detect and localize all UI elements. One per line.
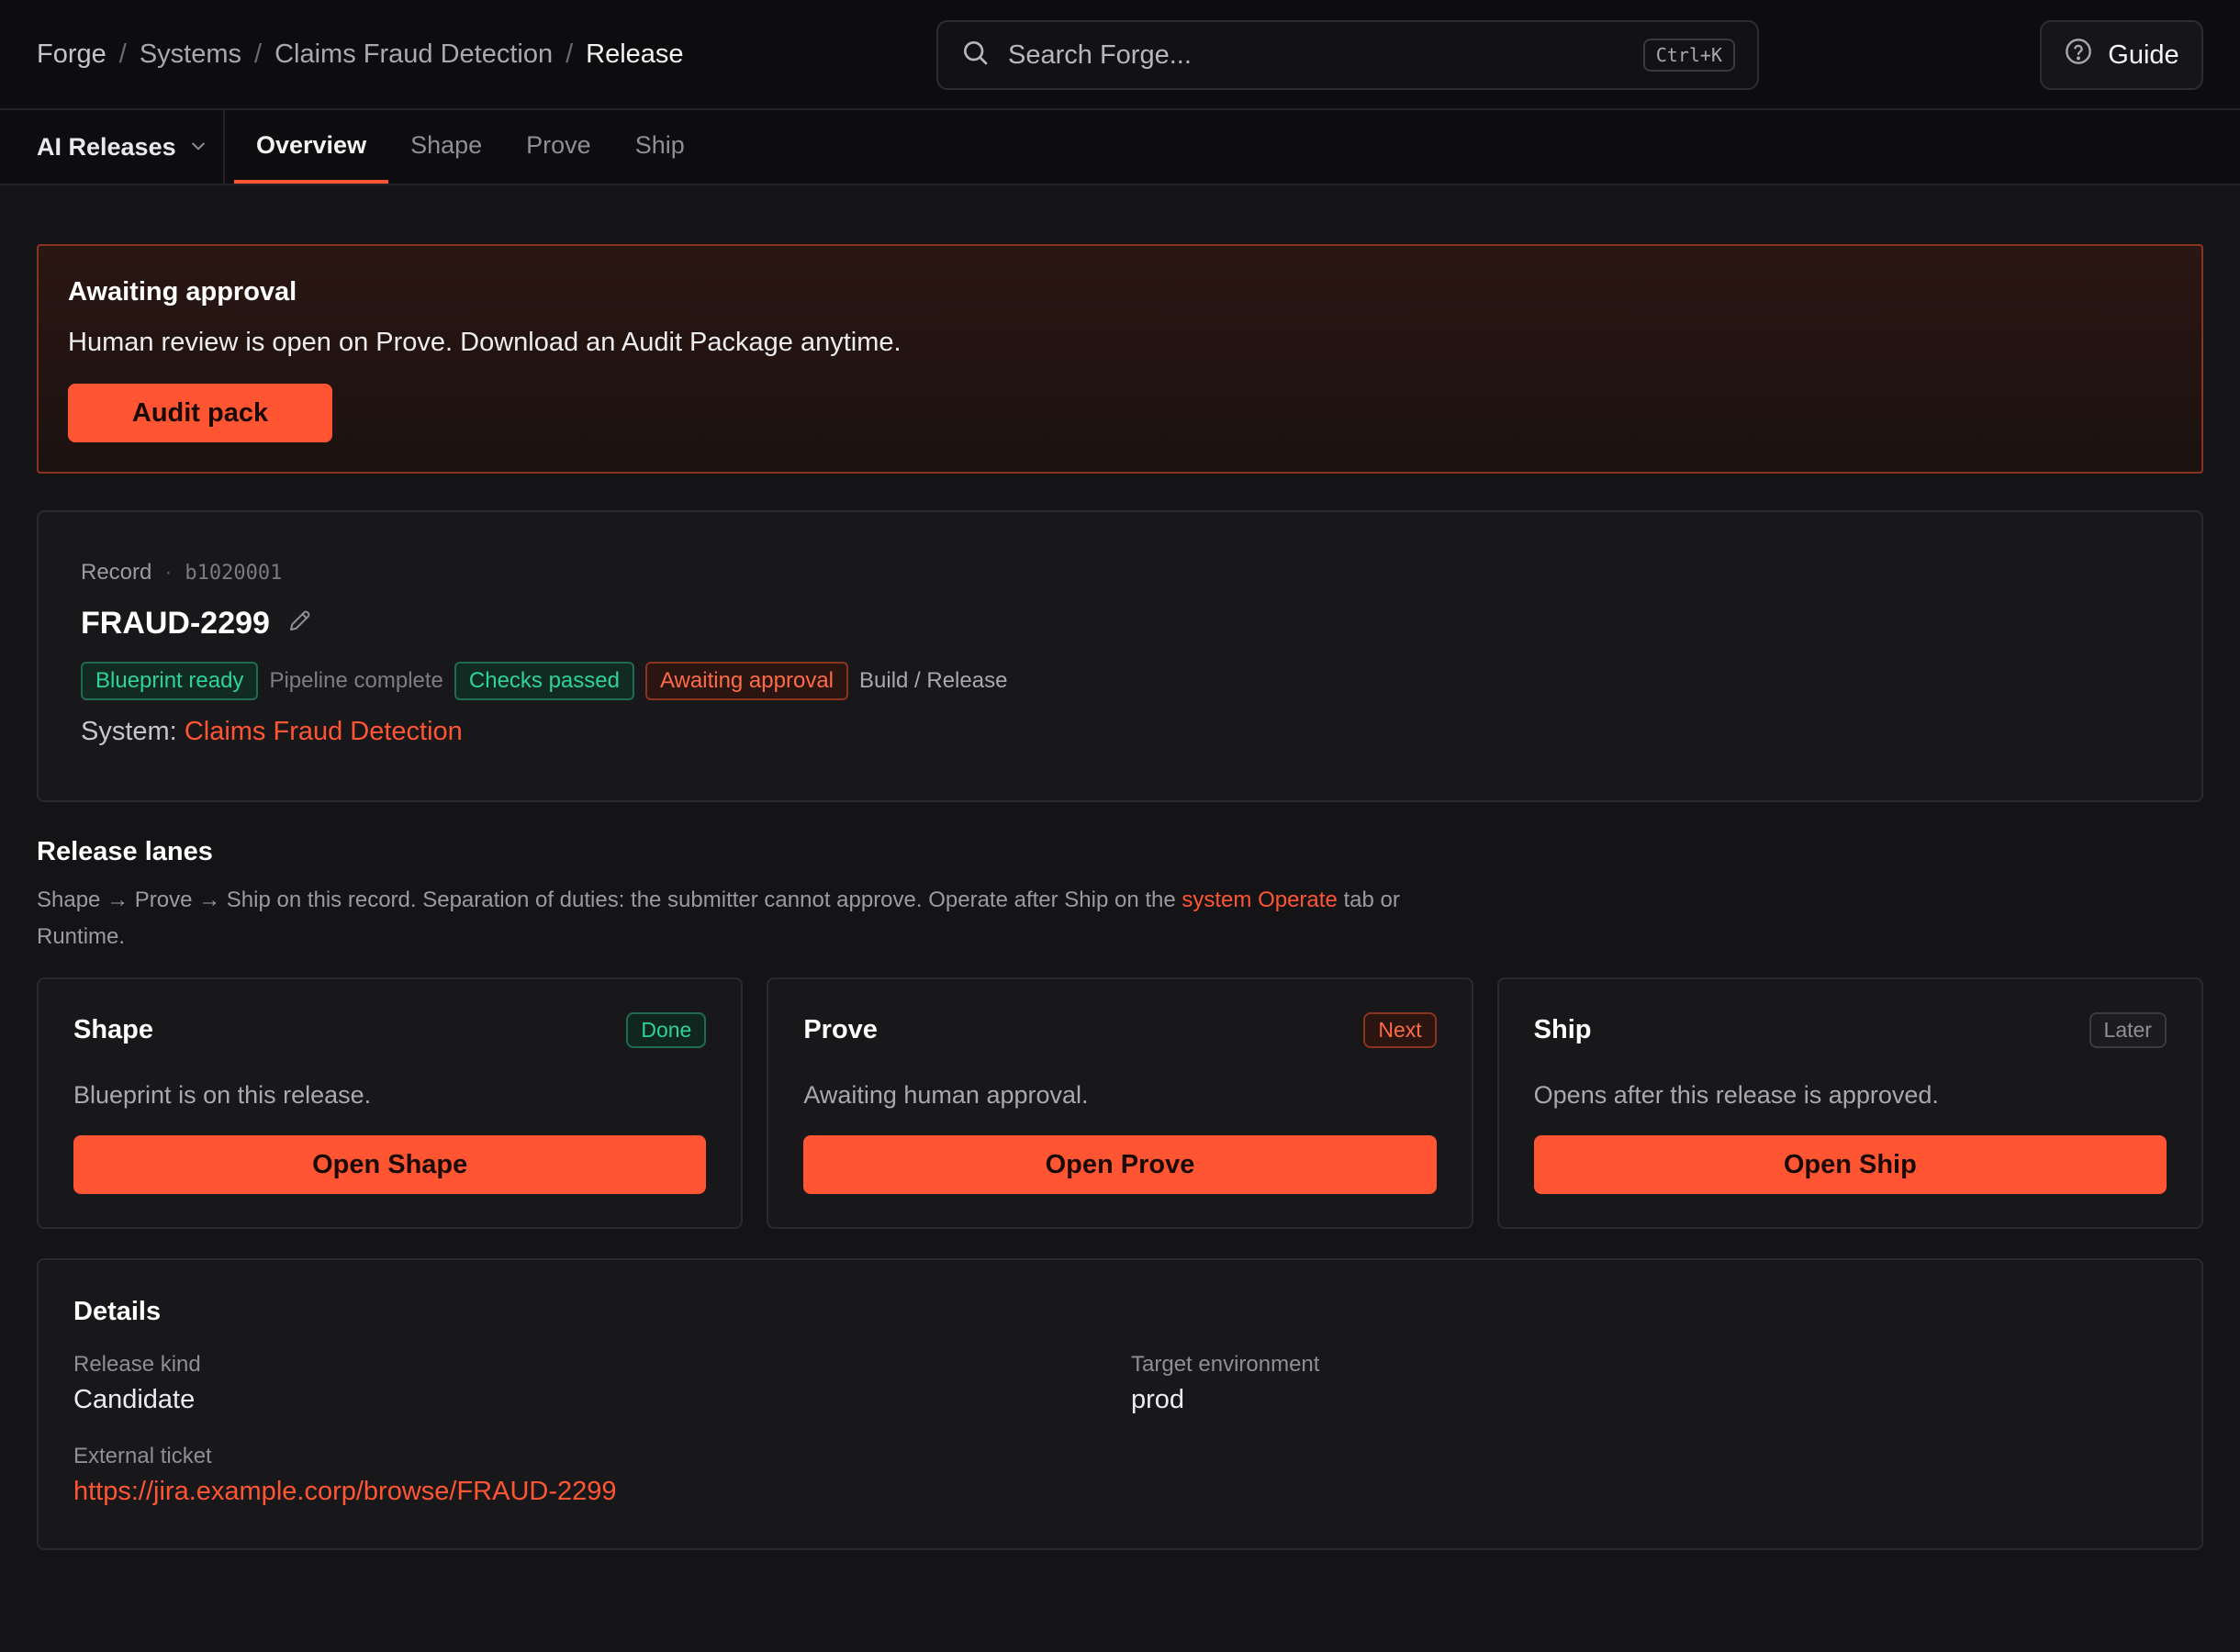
lane-prove: Prove Next Awaiting human approval. Open…	[767, 977, 1473, 1229]
record-title: FRAUD-2299	[81, 606, 270, 641]
breadcrumb-separator: /	[254, 39, 263, 69]
release-kind-value: Candidate	[73, 1385, 196, 1414]
guide-button[interactable]: Guide	[2040, 20, 2203, 90]
target-environment-field: Target environment prod	[1131, 1352, 1319, 1415]
lane-header: Ship Later	[1534, 1012, 2167, 1048]
badge-blueprint-ready: Blueprint ready	[81, 662, 259, 700]
system-link[interactable]: Claims Fraud Detection	[185, 717, 463, 746]
badge-checks-passed: Checks passed	[454, 662, 634, 700]
target-environment-label: Target environment	[1131, 1352, 1320, 1377]
lane-header: Prove Next	[803, 1012, 1437, 1048]
meta-separator: ·	[164, 560, 173, 585]
record-title-row: FRAUD-2299	[81, 606, 2159, 642]
record-id: b1020001	[185, 561, 283, 585]
record-label: Record	[81, 560, 152, 585]
badge-awaiting-approval: Awaiting approval	[644, 662, 848, 700]
release-lanes-title: Release lanes	[37, 837, 213, 866]
main-content: Awaiting approval Human review is open o…	[0, 185, 2240, 1550]
status-badge: Next	[1363, 1012, 1437, 1048]
record-kind: Build / Release	[859, 668, 1008, 693]
breadcrumb-forge[interactable]: Forge	[37, 39, 106, 70]
record-meta: Record · b1020001	[81, 560, 2159, 586]
open-shape-button[interactable]: Open Shape	[73, 1135, 707, 1194]
open-prove-button[interactable]: Open Prove	[803, 1135, 1437, 1194]
approval-alert: Awaiting approval Human review is open o…	[37, 244, 2203, 474]
release-lanes: Shape Done Blueprint is on this release.…	[37, 977, 2203, 1229]
release-lanes-description: Shape → Prove → Ship on this record. Sep…	[37, 882, 1469, 955]
search-shortcut: Ctrl+K	[1642, 39, 1735, 72]
status-badge: Later	[2089, 1012, 2167, 1048]
tab-prove[interactable]: Prove	[504, 110, 613, 184]
system-line: System: Claims Fraud Detection	[81, 717, 2159, 747]
lane-description: Blueprint is on this release.	[73, 1081, 372, 1109]
details-title: Details	[73, 1297, 162, 1326]
lane-description: Awaiting human approval.	[803, 1081, 1089, 1109]
release-kind-label: Release kind	[73, 1352, 201, 1377]
tab-shape[interactable]: Shape	[388, 110, 504, 184]
tab-overview[interactable]: Overview	[234, 110, 389, 184]
breadcrumb-system[interactable]: Claims Fraud Detection	[274, 39, 553, 70]
alert-title: Awaiting approval	[68, 277, 297, 307]
section-switcher[interactable]: AI Releases	[0, 110, 225, 184]
help-circle-icon	[2064, 37, 2093, 73]
breadcrumb: Forge / Systems / Claims Fraud Detection…	[37, 39, 684, 70]
lane-shape: Shape Done Blueprint is on this release.…	[37, 977, 744, 1229]
chevron-down-icon	[189, 133, 207, 162]
status-badge: Done	[626, 1012, 707, 1048]
external-ticket-label: External ticket	[73, 1444, 212, 1468]
release-kind-field: Release kind Candidate	[73, 1352, 201, 1415]
breadcrumb-current: Release	[586, 39, 684, 69]
top-bar: Forge / Systems / Claims Fraud Detection…	[0, 0, 2240, 110]
system-operate-link[interactable]: system Operate	[1182, 887, 1337, 912]
sub-navigation: AI Releases Overview Shape Prove Ship	[0, 110, 2240, 185]
lane-title: Shape	[73, 1015, 154, 1044]
external-ticket-field: External ticket https://jira.example.cor…	[73, 1444, 617, 1507]
section-switcher-label: AI Releases	[37, 132, 176, 161]
system-label: System:	[81, 717, 177, 746]
lane-description: Opens after this release is approved.	[1533, 1081, 1939, 1109]
breadcrumb-separator: /	[118, 39, 127, 69]
external-ticket-link[interactable]: https://jira.example.corp/browse/FRAUD-2…	[73, 1477, 617, 1507]
lane-ship: Ship Later Opens after this release is a…	[1496, 977, 2203, 1229]
desc-text: Shape → Prove → Ship on this record. Sep…	[37, 887, 1182, 912]
record-badges: Blueprint ready Pipeline complete Checks…	[81, 662, 2159, 700]
pencil-icon[interactable]	[286, 607, 314, 641]
badge-pipeline-complete: Pipeline complete	[269, 668, 443, 693]
breadcrumb-separator: /	[566, 39, 574, 69]
lane-header: Shape Done	[73, 1012, 707, 1048]
search-placeholder: Search Forge...	[1008, 39, 1192, 70]
details-card: Details Release kind Candidate Target en…	[37, 1258, 2203, 1550]
audit-pack-button[interactable]: Audit pack	[68, 384, 332, 442]
open-ship-button[interactable]: Open Ship	[1533, 1135, 2167, 1194]
lane-title: Ship	[1533, 1015, 1592, 1044]
search-input[interactable]: Search Forge... Ctrl+K	[936, 20, 1759, 90]
target-environment-value: prod	[1131, 1385, 1185, 1414]
record-card: Record · b1020001 FRAUD-2299 Blueprint r…	[37, 510, 2203, 802]
search-icon	[960, 38, 990, 73]
lane-title: Prove	[803, 1015, 878, 1044]
alert-body: Human review is open on Prove. Download …	[68, 328, 902, 357]
guide-label: Guide	[2108, 39, 2179, 70]
tab-ship[interactable]: Ship	[613, 110, 707, 184]
tab-bar: Overview Shape Prove Ship	[225, 110, 707, 184]
breadcrumb-systems[interactable]: Systems	[140, 39, 241, 70]
